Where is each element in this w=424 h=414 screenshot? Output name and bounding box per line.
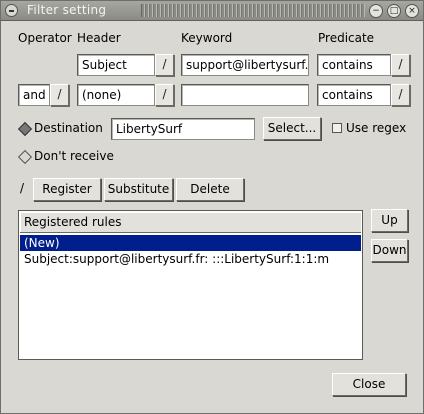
- header-combo-1[interactable]: Subject: [77, 54, 155, 76]
- keyword-field-1[interactable]: support@libertysurf.fr: [181, 54, 309, 76]
- title-grip[interactable]: [141, 4, 365, 17]
- window-menu-icon[interactable]: [5, 4, 18, 17]
- title-bar[interactable]: Filter setting − □ ×: [1, 1, 423, 21]
- handle-icon: /: [20, 181, 25, 195]
- header-combo-2-arrow-icon[interactable]: /: [155, 84, 174, 106]
- destination-radio[interactable]: [17, 121, 33, 137]
- predicate-combo-1-arrow-icon[interactable]: /: [391, 54, 410, 76]
- operator-column-label: Operator: [18, 31, 72, 45]
- substitute-button[interactable]: Substitute: [104, 178, 173, 201]
- keyword-field-2[interactable]: [181, 84, 309, 106]
- keyword-column-label: Keyword: [181, 31, 233, 45]
- predicate-combo-2[interactable]: contains: [317, 84, 391, 106]
- down-button[interactable]: Down: [371, 239, 408, 262]
- list-item[interactable]: (New): [20, 235, 361, 251]
- up-button[interactable]: Up: [371, 209, 408, 232]
- header-column-label: Header: [77, 31, 121, 45]
- window-title: Filter setting: [27, 3, 107, 17]
- registered-rules-list[interactable]: Registered rules (New) Subject:support@l…: [18, 210, 363, 360]
- maximize-button[interactable]: □: [387, 4, 401, 18]
- minimize-button[interactable]: −: [369, 4, 383, 18]
- use-regex-label: Use regex: [346, 121, 407, 135]
- operator-combo[interactable]: and: [18, 84, 50, 106]
- close-button[interactable]: Close: [332, 373, 406, 396]
- list-item[interactable]: Subject:support@libertysurf.fr: :::Liber…: [20, 251, 361, 267]
- header-combo-2[interactable]: (none): [77, 84, 155, 106]
- predicate-column-label: Predicate: [318, 31, 375, 45]
- filter-setting-window: Filter setting − □ × Operator Header Key…: [0, 0, 424, 414]
- destination-field[interactable]: LibertySurf: [111, 118, 255, 140]
- registered-rules-header[interactable]: Registered rules: [20, 212, 361, 233]
- use-regex-checkbox[interactable]: [332, 123, 342, 133]
- predicate-combo-2-arrow-icon[interactable]: /: [391, 84, 410, 106]
- predicate-combo-1[interactable]: contains: [317, 54, 391, 76]
- delete-button[interactable]: Delete: [176, 178, 244, 201]
- destination-label: Destination: [34, 121, 103, 135]
- dont-receive-label: Don't receive: [34, 149, 114, 163]
- operator-combo-arrow-icon[interactable]: /: [50, 84, 69, 106]
- close-window-button[interactable]: ×: [405, 4, 419, 18]
- header-combo-1-arrow-icon[interactable]: /: [155, 54, 174, 76]
- register-button[interactable]: Register: [33, 178, 101, 201]
- dont-receive-radio[interactable]: [17, 149, 33, 165]
- select-button[interactable]: Select...: [263, 117, 321, 140]
